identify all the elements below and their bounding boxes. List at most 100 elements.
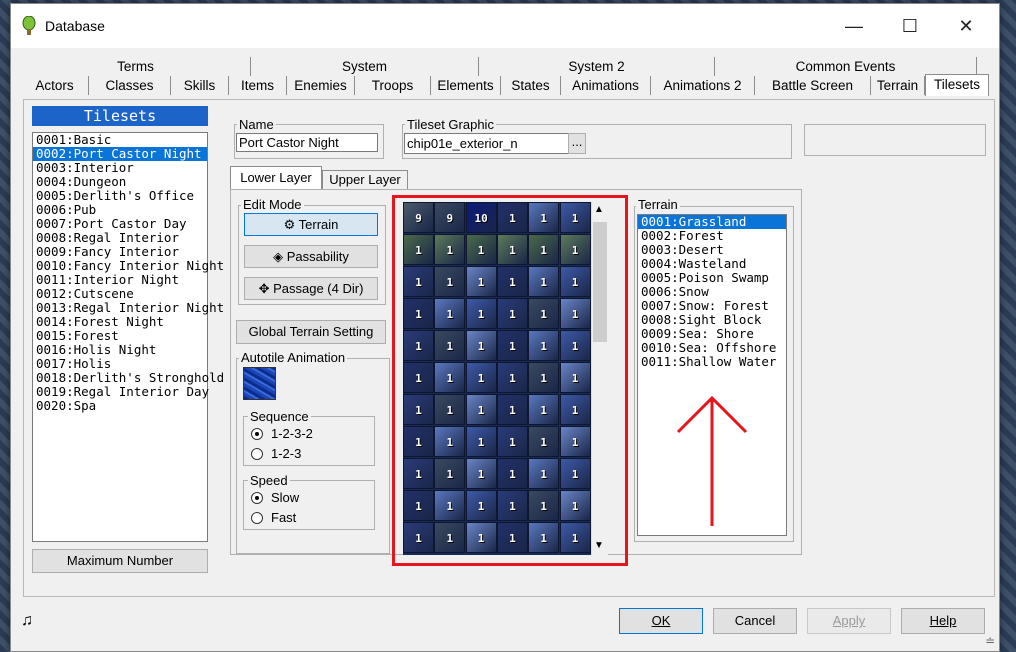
- tab-lower-layer[interactable]: Lower Layer: [230, 166, 322, 190]
- tile-cell[interactable]: 1: [403, 522, 434, 553]
- terrain-list-item[interactable]: 0004:Wasteland: [638, 257, 786, 271]
- tab-system-2[interactable]: System 2: [479, 57, 715, 76]
- ok-button[interactable]: OK: [619, 608, 703, 634]
- scroll-up-icon[interactable]: ▲: [594, 204, 604, 215]
- tile-cell[interactable]: 1: [528, 362, 560, 393]
- tile-cell[interactable]: 1: [496, 458, 528, 489]
- tile-cell[interactable]: 1: [496, 202, 528, 233]
- terrain-list-item[interactable]: 0007:Snow: Forest: [638, 299, 786, 313]
- tileset-list-item[interactable]: 0015:Forest: [33, 329, 207, 343]
- tile-cell[interactable]: 1: [559, 202, 591, 233]
- tile-cell[interactable]: 1: [528, 522, 560, 553]
- tile-cell[interactable]: 1: [559, 362, 591, 393]
- terrain-list-item[interactable]: 0005:Poison Swamp: [638, 271, 786, 285]
- tile-cell[interactable]: 1: [465, 458, 497, 489]
- tileset-list-item[interactable]: 0007:Port Castor Day: [33, 217, 207, 231]
- tile-cell[interactable]: 1: [434, 458, 466, 489]
- tileset-list-item[interactable]: 0002:Port Castor Night: [33, 147, 207, 161]
- tab-items[interactable]: Items: [229, 76, 287, 95]
- tileset-list-item[interactable]: 0004:Dungeon: [33, 175, 207, 189]
- tile-cell[interactable]: 1: [496, 394, 528, 425]
- graphic-browse-button[interactable]: ...: [568, 133, 586, 154]
- tile-cell[interactable]: 1: [496, 298, 528, 329]
- speed-slow-radio[interactable]: [251, 492, 263, 504]
- tileset-list-item[interactable]: 0018:Derlith's Stronghold: [33, 371, 224, 385]
- tile-cell[interactable]: 1: [465, 522, 497, 553]
- tileset-grid[interactable]: 9 9 10 1 1 1 1 1 1 1 1 1 1 1 1 1 1 1 1 1 1 1 1 1 1 1 1 1 1 1 1 1 1 1 1 1 1 1 1…: [403, 202, 591, 555]
- terrain-list-item[interactable]: 0002:Forest: [638, 229, 786, 243]
- passage-mode-button[interactable]: ✥ Passage (4 Dir): [244, 277, 378, 300]
- tile-cell[interactable]: 1: [559, 330, 591, 361]
- tile-cell[interactable]: 1: [403, 330, 434, 361]
- music-note-icon[interactable]: ♫: [21, 612, 33, 630]
- tile-cell[interactable]: 1: [496, 330, 528, 361]
- terrain-mode-button[interactable]: ⚙ Terrain: [244, 213, 378, 236]
- tile-cell[interactable]: 1: [496, 426, 528, 457]
- tile-cell[interactable]: 1: [434, 298, 466, 329]
- tileset-list-item[interactable]: 0010:Fancy Interior Night: [33, 259, 224, 273]
- tile-cell[interactable]: 1: [465, 490, 497, 521]
- tile-cell[interactable]: 1: [434, 234, 466, 265]
- tab-battle-screen[interactable]: Battle Screen: [755, 76, 871, 95]
- tileset-list-item[interactable]: 0020:Spa: [33, 399, 207, 413]
- tile-cell[interactable]: 1: [528, 330, 560, 361]
- tile-cell[interactable]: 1: [496, 266, 528, 297]
- tile-cell[interactable]: 1: [434, 394, 466, 425]
- tile-cell[interactable]: 1: [434, 330, 466, 361]
- tile-cell[interactable]: 1: [528, 234, 560, 265]
- tile-cell[interactable]: 1: [559, 298, 591, 329]
- tab-upper-layer[interactable]: Upper Layer: [322, 170, 408, 190]
- tileset-list-item[interactable]: 0014:Forest Night: [33, 315, 207, 329]
- tile-cell[interactable]: 1: [465, 266, 497, 297]
- tileset-list-item[interactable]: 0001:Basic: [33, 133, 207, 147]
- tile-cell[interactable]: 1: [559, 458, 591, 489]
- tile-cell[interactable]: 1: [496, 490, 528, 521]
- tab-animations[interactable]: Animations: [561, 76, 651, 95]
- tile-cell[interactable]: 1: [434, 426, 466, 457]
- terrain-list-item[interactable]: 0001:Grassland: [638, 215, 786, 229]
- tile-cell[interactable]: 1: [528, 394, 560, 425]
- tileset-list-item[interactable]: 0017:Holis: [33, 357, 207, 371]
- tile-cell[interactable]: 1: [403, 426, 434, 457]
- name-input[interactable]: Port Castor Night: [236, 133, 378, 152]
- tile-cell[interactable]: 1: [434, 362, 466, 393]
- tile-cell[interactable]: 1: [496, 234, 528, 265]
- tile-cell[interactable]: 1: [434, 490, 466, 521]
- tile-cell[interactable]: 1: [465, 330, 497, 361]
- tile-cell[interactable]: 1: [528, 202, 560, 233]
- terrain-list-item[interactable]: 0006:Snow: [638, 285, 786, 299]
- tile-cell[interactable]: 1: [528, 298, 560, 329]
- tile-cell[interactable]: 1: [403, 458, 434, 489]
- tab-actors[interactable]: Actors: [21, 76, 89, 95]
- tile-cell[interactable]: 1: [528, 490, 560, 521]
- tileset-list-item[interactable]: 0006:Pub: [33, 203, 207, 217]
- terrain-list-item[interactable]: 0011:Shallow Water: [638, 355, 786, 369]
- tile-cell[interactable]: 1: [559, 426, 591, 457]
- tile-cell[interactable]: 1: [528, 458, 560, 489]
- scroll-thumb[interactable]: [593, 222, 607, 342]
- tile-cell[interactable]: 1: [465, 234, 497, 265]
- help-button[interactable]: Help: [901, 608, 985, 634]
- tile-scrollbar[interactable]: ▲ ▼: [591, 202, 608, 555]
- speed-fast-radio[interactable]: [251, 512, 263, 524]
- cancel-button[interactable]: Cancel: [713, 608, 797, 634]
- tab-skills[interactable]: Skills: [171, 76, 229, 95]
- terrain-list-item[interactable]: 0008:Sight Block: [638, 313, 786, 327]
- tile-cell[interactable]: 1: [434, 266, 466, 297]
- seq-123-radio[interactable]: [251, 448, 263, 460]
- tileset-list-item[interactable]: 0011:Interior Night: [33, 273, 207, 287]
- scroll-down-icon[interactable]: ▼: [594, 540, 604, 551]
- tile-cell[interactable]: 1: [465, 362, 497, 393]
- tileset-list-item[interactable]: 0009:Fancy Interior: [33, 245, 207, 259]
- minimize-icon[interactable]: —: [831, 10, 877, 42]
- tile-cell[interactable]: 1: [559, 490, 591, 521]
- maximize-icon[interactable]: ☐: [887, 10, 933, 42]
- tile-cell[interactable]: 9: [434, 202, 466, 233]
- tab-system[interactable]: System: [251, 57, 479, 76]
- tile-cell[interactable]: 1: [403, 362, 434, 393]
- tile-cell[interactable]: 9: [403, 202, 434, 233]
- tileset-list-item[interactable]: 0013:Regal Interior Night: [33, 301, 224, 315]
- resize-grip-icon[interactable]: ≐: [985, 634, 995, 648]
- tile-cell[interactable]: 1: [403, 490, 434, 521]
- tileset-list-item[interactable]: 0019:Regal Interior Day: [33, 385, 209, 399]
